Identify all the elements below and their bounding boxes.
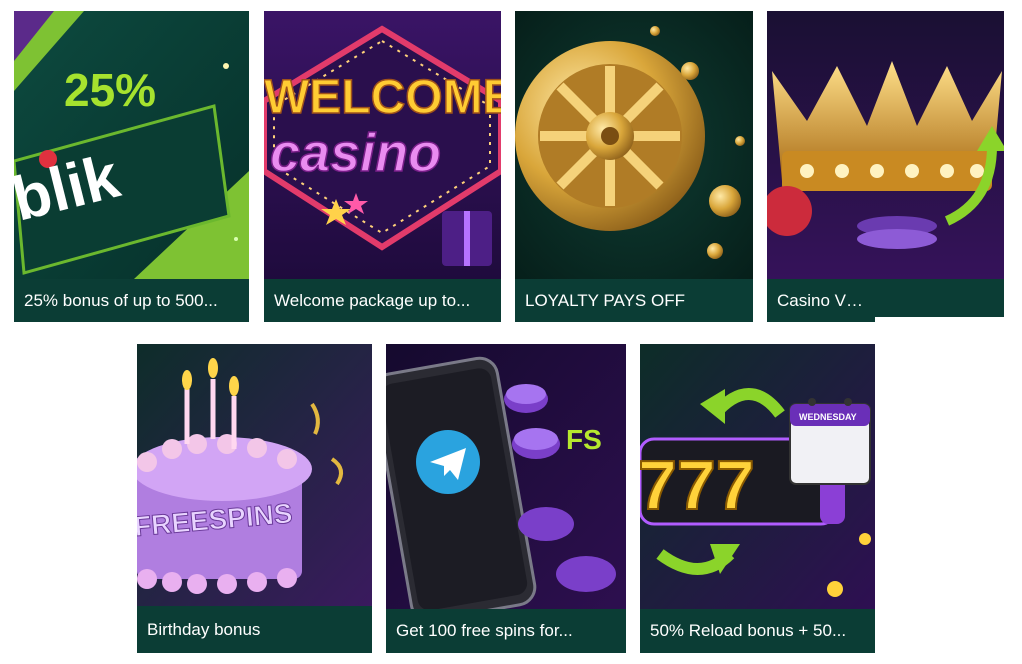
art-text-welcome: WELCOME <box>264 71 501 124</box>
promo-card-telegram[interactable]: FS Get 100 free spins for... <box>386 344 626 653</box>
promo-card-title: 50% Reload bonus + 50... <box>640 609 875 653</box>
birthday-cake-image: FREESPINS <box>137 344 372 606</box>
blik-promo-image: 25% blik <box>14 11 249 279</box>
welcome-casino-sign-image: WELCOME casino <box>264 11 501 279</box>
promo-card-reload[interactable]: 777 WEDNESDAY 50% Reload bonus + 50... <box>640 344 875 653</box>
golden-crown-image <box>767 11 1004 279</box>
slot-reels-calendar-image: 777 WEDNESDAY <box>640 344 875 609</box>
golden-wheel-image <box>515 11 753 279</box>
promo-card-title: 25% bonus of up to 500... <box>14 279 249 322</box>
art-text-fs: FS <box>566 424 602 455</box>
promo-card-blik[interactable]: 25% blik 25% bonus of up to 500... <box>14 11 249 322</box>
promo-card-title: Birthday bonus <box>137 606 372 653</box>
promo-card-birthday[interactable]: FREESPINS Birthday bonus <box>137 344 372 653</box>
art-text-777: 777 <box>640 446 755 524</box>
telegram-phone-image: FS <box>386 344 626 609</box>
promo-card-title: Welcome package up to... <box>264 279 501 322</box>
promo-card-title: LOYALTY PAYS OFF <box>515 279 753 322</box>
art-text-wednesday: WEDNESDAY <box>799 412 857 422</box>
promo-card-vip[interactable]: Casino VIP Cashback <box>767 11 1004 322</box>
caption-extension <box>875 279 1004 317</box>
promo-card-title: Get 100 free spins for... <box>386 609 626 653</box>
art-text-casino: casino <box>270 123 441 183</box>
promo-card-loyalty[interactable]: LOYALTY PAYS OFF <box>515 11 753 322</box>
art-text-25-percent: 25% <box>64 64 156 116</box>
promo-card-welcome[interactable]: WELCOME casino Welcome package up to... <box>264 11 501 322</box>
promo-card-title: Casino VIP Cashback <box>767 279 875 322</box>
